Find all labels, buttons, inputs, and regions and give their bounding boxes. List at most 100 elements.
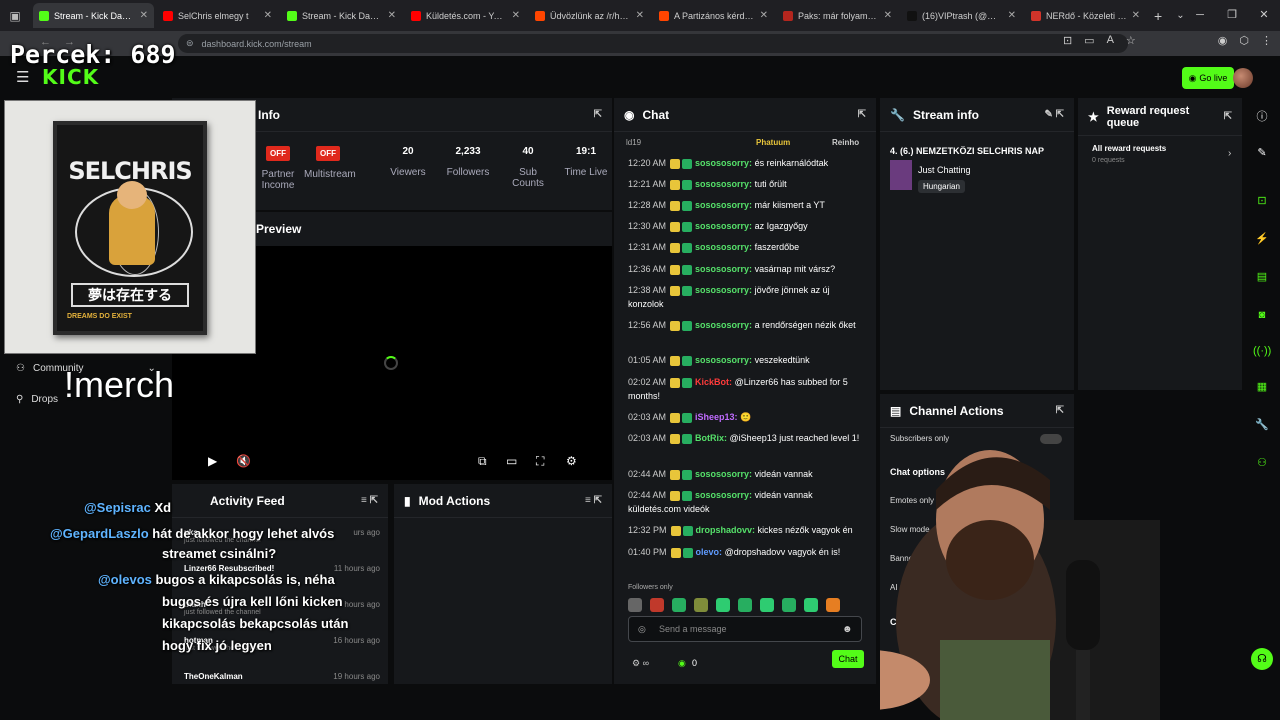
all-rewards-link[interactable]: All reward requests bbox=[1092, 144, 1166, 153]
menu-dots-icon[interactable]: ⋮ bbox=[1261, 34, 1272, 47]
tab-close-icon[interactable]: ✕ bbox=[884, 10, 892, 21]
minimize-icon[interactable]: ─ bbox=[1184, 0, 1216, 31]
tab-close-icon[interactable]: ✕ bbox=[760, 10, 768, 21]
tab-close-icon[interactable]: ✕ bbox=[264, 10, 272, 21]
channel-popout-icon[interactable]: ⇱ bbox=[1056, 405, 1064, 416]
pencil-icon[interactable]: ✎ bbox=[1253, 144, 1271, 162]
emote-10[interactable] bbox=[826, 598, 840, 612]
layout-icon[interactable]: ▦ bbox=[1253, 378, 1271, 396]
emote-2[interactable] bbox=[650, 598, 664, 612]
translate-icon[interactable]: A bbox=[1107, 34, 1114, 47]
message-user[interactable]: sosososorry: bbox=[695, 200, 752, 210]
emoji-icon[interactable]: ☻ bbox=[842, 624, 853, 635]
message-user[interactable]: sosososorry: bbox=[695, 242, 752, 252]
chat-message: 12:20 AM sosososorry: és reinkarnálódtak bbox=[628, 156, 860, 170]
emote-4[interactable] bbox=[694, 598, 708, 612]
profile-icon[interactable]: ◉ bbox=[1218, 34, 1228, 47]
message-user[interactable]: sosososorry: bbox=[695, 158, 752, 168]
fullscreen-icon[interactable]: ⛶ bbox=[536, 454, 544, 469]
message-user[interactable]: BotRix: bbox=[695, 433, 727, 443]
message-user[interactable]: sosososorry: bbox=[695, 264, 752, 274]
tab-close-icon[interactable]: ✕ bbox=[1132, 10, 1140, 21]
emote-5[interactable] bbox=[716, 598, 730, 612]
screenshot-icon[interactable]: ⊡ bbox=[1063, 34, 1072, 47]
stat-value: 19:1 bbox=[575, 146, 596, 157]
tab-close-icon[interactable]: ✕ bbox=[1008, 10, 1016, 21]
message-user[interactable]: sosososorry: bbox=[695, 221, 752, 231]
document-icon[interactable]: ▤ bbox=[1253, 268, 1271, 286]
message-user[interactable]: sosososorry: bbox=[695, 179, 752, 189]
emote-9[interactable] bbox=[804, 598, 818, 612]
stat-item: 20 Viewers bbox=[384, 146, 432, 178]
theater-icon[interactable]: ▭ bbox=[506, 454, 517, 468]
filter-icon[interactable]: ≡ ⇱ bbox=[361, 495, 378, 506]
maximize-icon[interactable]: ❐ bbox=[1216, 0, 1248, 31]
message-user[interactable]: KickBot: bbox=[695, 377, 732, 387]
cast-icon[interactable]: ▭ bbox=[1084, 34, 1094, 47]
play-icon[interactable]: ▶ bbox=[208, 454, 217, 468]
emote-3[interactable] bbox=[672, 598, 686, 612]
nav-item-drops[interactable]: ⚲ Drops bbox=[16, 394, 58, 405]
stat-item: OFF Multistream bbox=[304, 146, 356, 180]
browser-tab[interactable]: Üdvözlünk az /r/hunga ✕ bbox=[529, 3, 650, 28]
browser-tab[interactable]: Stream - Kick Dashboa ✕ bbox=[281, 3, 402, 28]
site-info-icon[interactable]: ⊜ bbox=[186, 38, 194, 49]
reward-count: 0 requests bbox=[1092, 157, 1125, 164]
tab-close-icon[interactable]: ✕ bbox=[140, 10, 148, 21]
pip-icon[interactable]: ⧉ bbox=[478, 454, 487, 469]
poster-overlay: SELCHRIS 夢は存在する DREAMS DO EXIST bbox=[4, 100, 256, 354]
emote-1[interactable] bbox=[628, 598, 642, 612]
emote-7[interactable] bbox=[760, 598, 774, 612]
edit-icon[interactable]: ✎ ⇱ bbox=[1044, 109, 1064, 120]
popout-icon[interactable]: ⇱ bbox=[594, 109, 602, 120]
browser-tab[interactable]: Küldetés.com - YouTub ✕ bbox=[405, 3, 526, 28]
browser-tab[interactable]: NERdő - Közeleti anim ✕ bbox=[1025, 3, 1146, 28]
browser-tab[interactable]: Stream - Kick Dashboa ✕ bbox=[33, 3, 154, 28]
bookmark-icon[interactable]: ☆ bbox=[1126, 34, 1136, 47]
broadcast-signal-icon[interactable]: ((·)) bbox=[1253, 342, 1271, 360]
tab-close-icon[interactable]: ✕ bbox=[512, 10, 520, 21]
message-user[interactable]: olevo: bbox=[696, 547, 723, 557]
user-badge-icon bbox=[682, 377, 693, 388]
close-window-icon[interactable]: ✕ bbox=[1248, 0, 1280, 31]
message-user[interactable]: dropshadovv: bbox=[696, 525, 756, 535]
chat-input[interactable]: Send a message bbox=[628, 616, 862, 642]
chevron-right-icon[interactable]: › bbox=[1228, 148, 1231, 159]
hamburger-icon[interactable]: ☰ bbox=[16, 68, 29, 86]
url-field[interactable]: ⊜ dashboard.kick.com/stream bbox=[178, 34, 1128, 53]
message-user[interactable]: sosososorry: bbox=[695, 285, 752, 295]
emote-8[interactable] bbox=[782, 598, 796, 612]
chat-message: 12:21 AM sosososorry: tuti őrült bbox=[628, 177, 860, 191]
new-tab-icon[interactable]: + bbox=[1154, 8, 1162, 24]
message-user[interactable]: iSheep13: bbox=[695, 412, 738, 422]
message-user[interactable]: sosososorry: bbox=[695, 469, 752, 479]
chat-bubble-icon[interactable]: ◙ bbox=[1253, 306, 1271, 324]
message-user[interactable]: sosososorry: bbox=[695, 490, 752, 500]
mute-icon[interactable]: 🔇 bbox=[236, 454, 251, 468]
extensions-icon[interactable]: ⬡ bbox=[1239, 34, 1249, 47]
tab-close-icon[interactable]: ✕ bbox=[388, 10, 396, 21]
window-menu-icon[interactable]: ▣ bbox=[0, 9, 30, 23]
message-user[interactable]: sosososorry: bbox=[695, 320, 752, 330]
settings-icon[interactable]: ⚙ bbox=[566, 454, 577, 468]
category-name[interactable]: Just Chatting bbox=[918, 165, 971, 175]
user-avatar[interactable] bbox=[1233, 68, 1253, 88]
browser-tab[interactable]: A Partizános kérdések ✕ bbox=[653, 3, 774, 28]
chat-send-button[interactable]: Chat bbox=[832, 650, 864, 668]
message-user[interactable]: sosososorry: bbox=[695, 355, 752, 365]
message-time: 02:44 AM bbox=[628, 469, 667, 479]
browser-tab[interactable]: Paks: már folyamatos a ✕ bbox=[777, 3, 898, 28]
filter-popout-icon[interactable]: ≡ ⇱ bbox=[585, 495, 602, 506]
browser-tab[interactable]: (16)VIPtrash (@mulatin ✕ bbox=[901, 3, 1022, 28]
info-icon[interactable]: ⓘ bbox=[1253, 108, 1271, 126]
mod-actions-title: Mod Actions bbox=[418, 493, 491, 508]
tab-close-icon[interactable]: ✕ bbox=[636, 10, 644, 21]
browser-tab[interactable]: SelChris elmegy t ✕ bbox=[157, 3, 278, 28]
go-live-button[interactable]: ◉ Go live bbox=[1182, 67, 1234, 89]
reward-popout-icon[interactable]: ⇱ bbox=[1224, 111, 1232, 122]
emote-6[interactable] bbox=[738, 598, 752, 612]
chat-popout-icon[interactable]: ⇱ bbox=[858, 109, 866, 120]
chat-settings-icon[interactable]: ⚙ ∞ bbox=[632, 658, 649, 669]
lightning-icon[interactable]: ⚡ bbox=[1253, 230, 1271, 248]
frame-icon[interactable]: ⊡ bbox=[1253, 192, 1271, 210]
